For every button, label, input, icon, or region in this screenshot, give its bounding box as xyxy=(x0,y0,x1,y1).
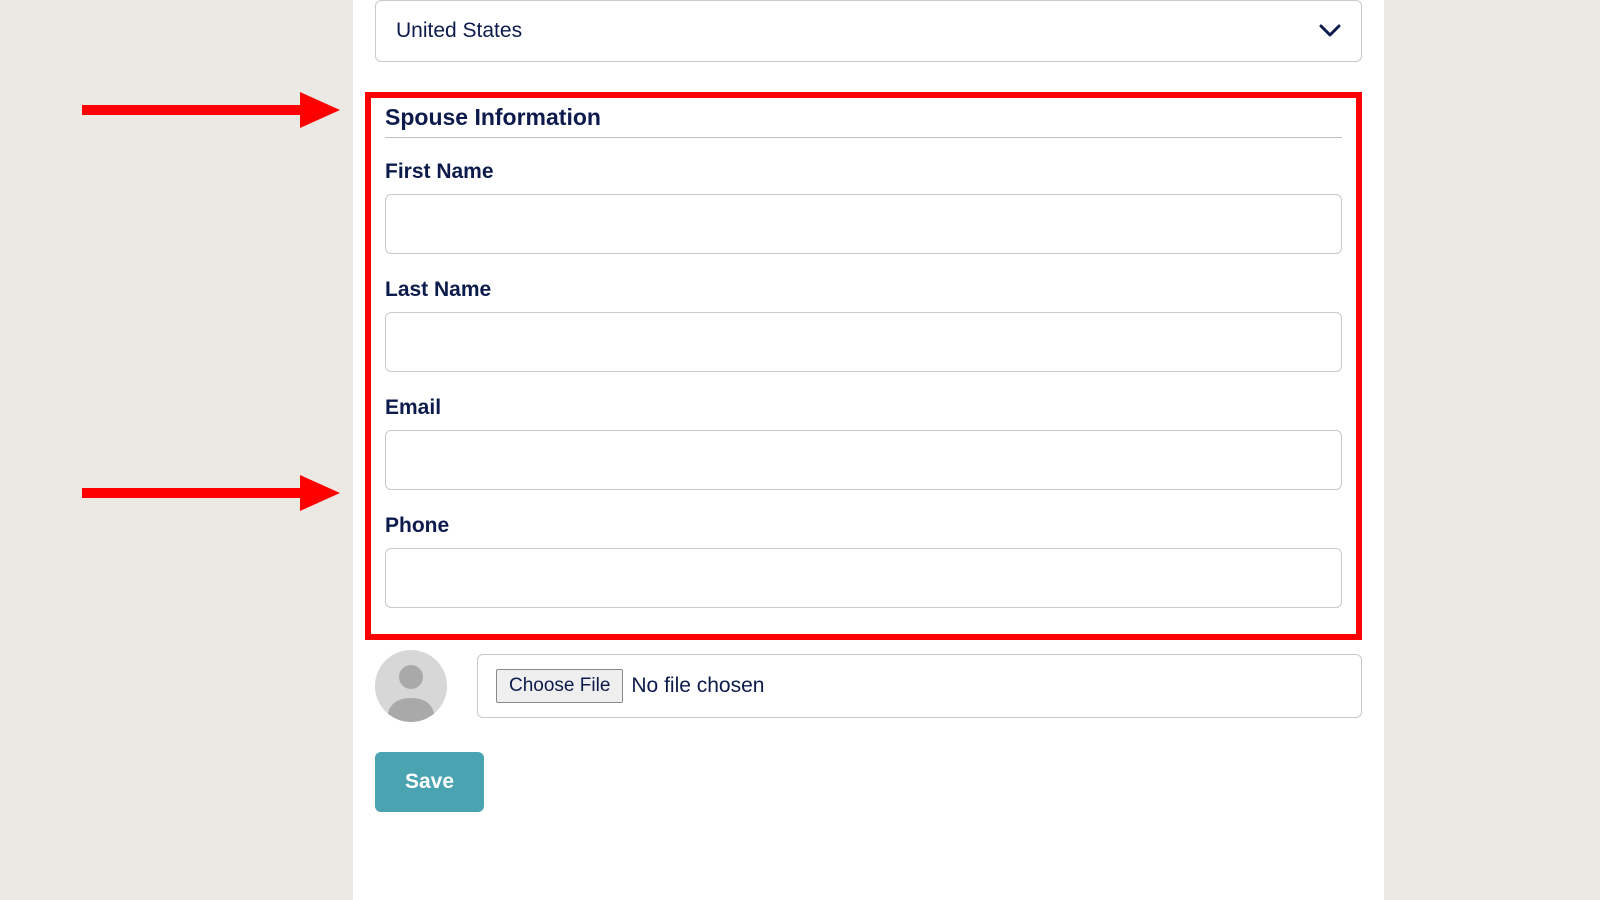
annotation-arrow-2 xyxy=(82,473,342,513)
country-select[interactable]: United States xyxy=(375,0,1362,62)
avatar-placeholder-icon xyxy=(375,650,447,722)
spouse-information-section: Spouse Information First Name Last Name … xyxy=(365,92,1362,640)
last-name-input[interactable] xyxy=(385,312,1342,372)
last-name-label: Last Name xyxy=(385,278,1342,302)
chevron-down-icon xyxy=(1319,24,1341,38)
last-name-field-group: Last Name xyxy=(385,278,1342,372)
file-upload-field[interactable]: Choose File No file chosen xyxy=(477,654,1362,718)
annotation-arrow-1 xyxy=(82,90,342,130)
first-name-label: First Name xyxy=(385,160,1342,184)
email-input[interactable] xyxy=(385,430,1342,490)
choose-file-button[interactable]: Choose File xyxy=(496,669,623,703)
first-name-field-group: First Name xyxy=(385,160,1342,254)
section-title: Spouse Information xyxy=(385,104,1342,138)
save-button[interactable]: Save xyxy=(375,752,484,812)
phone-label: Phone xyxy=(385,514,1342,538)
country-field: United States xyxy=(375,0,1362,62)
form-panel: United States Spouse Information First N… xyxy=(353,0,1384,900)
file-upload-status: No file chosen xyxy=(631,674,764,698)
phone-input[interactable] xyxy=(385,548,1342,608)
avatar-upload-row: Choose File No file chosen xyxy=(375,650,1362,722)
country-selected-value: United States xyxy=(396,19,522,43)
phone-field-group: Phone xyxy=(385,514,1342,608)
email-field-group: Email xyxy=(385,396,1342,490)
first-name-input[interactable] xyxy=(385,194,1342,254)
email-label: Email xyxy=(385,396,1342,420)
